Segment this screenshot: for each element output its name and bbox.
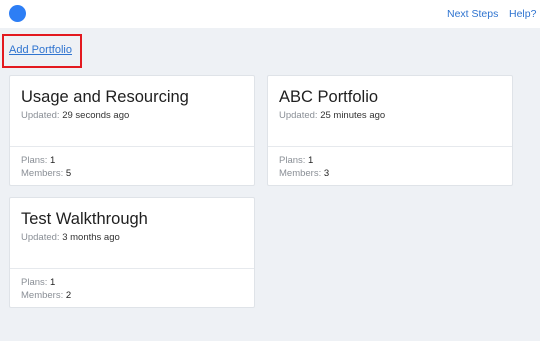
add-portfolio-link[interactable]: Add Portfolio xyxy=(9,44,72,56)
next-steps-link[interactable]: Next Steps xyxy=(447,8,498,20)
members-value: 2 xyxy=(65,290,72,301)
plans-stat: Plans: 1 xyxy=(21,154,243,167)
members-value: 5 xyxy=(65,168,72,179)
updated-label: Updated: xyxy=(21,110,60,121)
plans-value: 1 xyxy=(50,155,56,166)
card-updated: Updated: 3 months ago xyxy=(21,232,243,243)
card-updated: Updated: 29 seconds ago xyxy=(21,110,243,121)
help-link[interactable]: Help? xyxy=(509,8,536,20)
card-stats: Plans: 1 Members: 3 xyxy=(268,147,512,185)
plans-label: Plans: xyxy=(279,155,306,166)
card-stats: Plans: 1 Members: 2 xyxy=(10,269,254,307)
portfolio-card[interactable]: Usage and Resourcing Updated: 29 seconds… xyxy=(9,75,255,186)
card-header: Test Walkthrough Updated: 3 months ago xyxy=(10,198,254,269)
members-label: Members: xyxy=(21,168,64,179)
card-header: Usage and Resourcing Updated: 29 seconds… xyxy=(10,76,254,147)
updated-label: Updated: xyxy=(279,110,318,121)
plans-stat: Plans: 1 xyxy=(279,154,501,167)
card-header: ABC Portfolio Updated: 25 minutes ago xyxy=(268,76,512,147)
members-label: Members: xyxy=(279,168,322,179)
updated-value: 3 months ago xyxy=(62,232,120,243)
members-label: Members: xyxy=(21,290,64,301)
card-stats: Plans: 1 Members: 5 xyxy=(10,147,254,185)
updated-label: Updated: xyxy=(21,232,60,243)
card-title[interactable]: Test Walkthrough xyxy=(21,209,243,229)
top-bar: Next Steps Help? xyxy=(0,0,540,28)
plans-value: 1 xyxy=(308,155,314,166)
members-value: 3 xyxy=(323,168,330,179)
updated-value: 29 seconds ago xyxy=(62,110,130,121)
portfolio-card[interactable]: ABC Portfolio Updated: 25 minutes ago Pl… xyxy=(267,75,513,186)
portfolio-card[interactable]: Test Walkthrough Updated: 3 months ago P… xyxy=(9,197,255,308)
members-stat: Members: 2 xyxy=(21,289,243,302)
plans-label: Plans: xyxy=(21,277,48,288)
updated-value: 25 minutes ago xyxy=(320,110,386,121)
plans-stat: Plans: 1 xyxy=(21,276,243,289)
members-stat: Members: 3 xyxy=(279,167,501,180)
card-title[interactable]: ABC Portfolio xyxy=(279,87,501,107)
logo-icon[interactable] xyxy=(9,5,26,22)
card-title[interactable]: Usage and Resourcing xyxy=(21,87,243,107)
plans-label: Plans: xyxy=(21,155,48,166)
members-stat: Members: 5 xyxy=(21,167,243,180)
card-updated: Updated: 25 minutes ago xyxy=(279,110,501,121)
plans-value: 1 xyxy=(50,277,56,288)
